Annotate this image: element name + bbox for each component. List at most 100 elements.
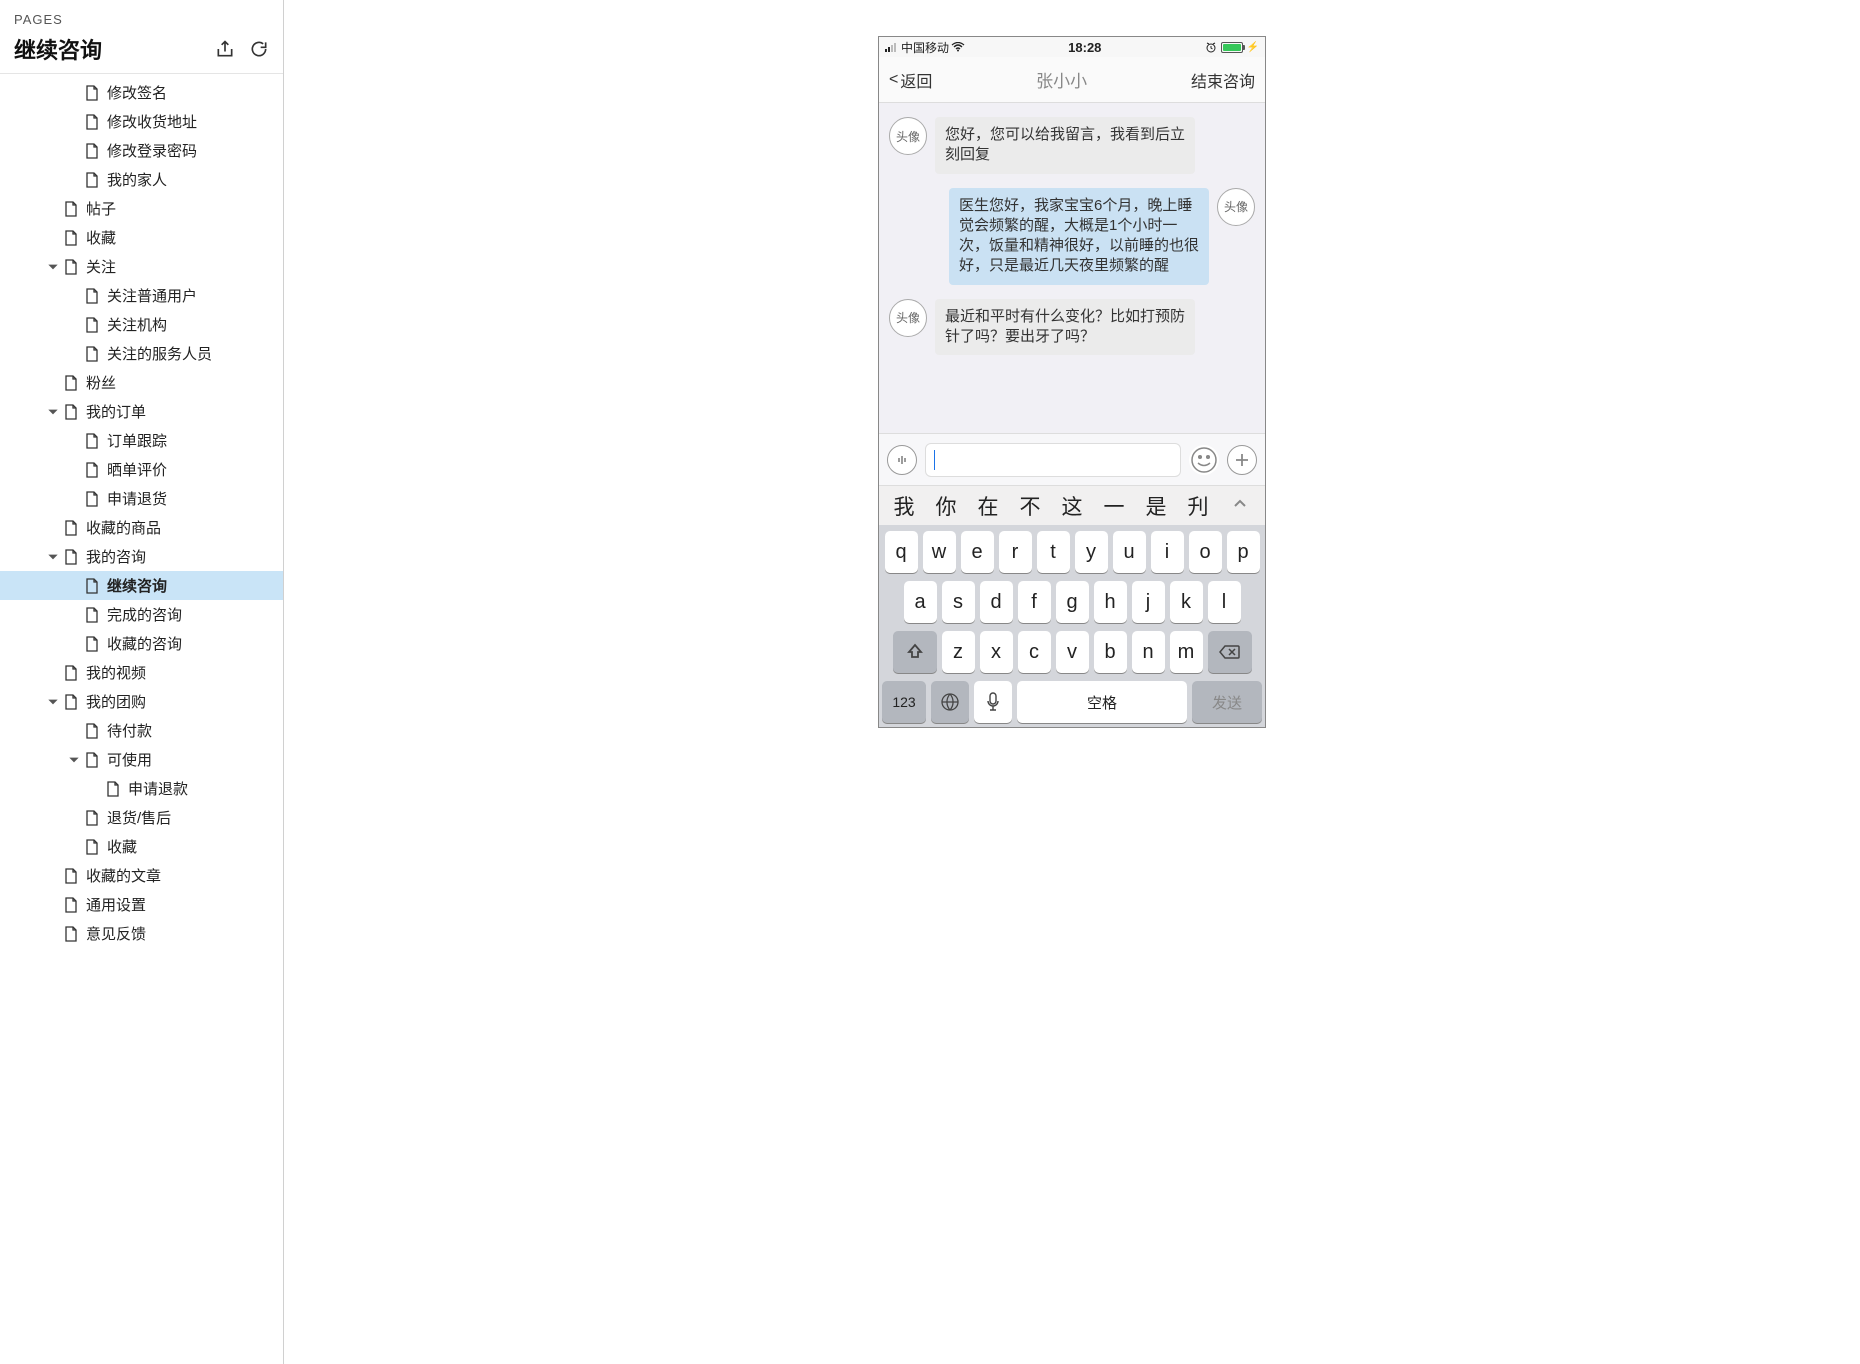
mic-key[interactable] [974,681,1012,723]
key-h[interactable]: h [1094,581,1127,623]
key-d[interactable]: d [980,581,1013,623]
sidebar-item-label: 我的家人 [107,169,167,190]
messages-list[interactable]: 头像您好，您可以给我留言，我看到后立刻回复头像医生您好，我家宝宝6个月，晚上睡觉… [879,103,1265,433]
sidebar-item[interactable]: 收藏的商品 [0,513,283,542]
sidebar-item[interactable]: 帖子 [0,194,283,223]
sidebar-item[interactable]: 关注的服务人员 [0,339,283,368]
key-w[interactable]: w [923,531,956,573]
sidebar-item[interactable]: 我的咨询 [0,542,283,571]
emoji-button[interactable] [1189,445,1219,475]
shift-icon [906,643,924,661]
sidebar-item[interactable]: 申请退货 [0,484,283,513]
sidebar-item[interactable]: 收藏 [0,223,283,252]
sidebar-item-label: 申请退款 [128,778,188,799]
page-tree-scroll[interactable]: 修改签名修改收货地址修改登录密码我的家人帖子收藏关注关注普通用户关注机构关注的服… [0,74,283,1364]
key-g[interactable]: g [1056,581,1089,623]
space-key[interactable]: 空格 [1017,681,1187,723]
key-z[interactable]: z [942,631,975,673]
back-button[interactable]: < 返回 [889,68,932,92]
sidebar-header: PAGES 继续咨询 [0,0,283,74]
sidebar-item[interactable]: 收藏的文章 [0,861,283,890]
sidebar-item[interactable]: 完成的咨询 [0,600,283,629]
back-label: 返回 [900,68,932,92]
ime-expand-button[interactable] [1219,494,1261,518]
sidebar-item-label: 待付款 [107,720,152,741]
sidebar-item[interactable]: 粉丝 [0,368,283,397]
key-q[interactable]: q [885,531,918,573]
sidebar-item[interactable]: 订单跟踪 [0,426,283,455]
sidebar: PAGES 继续咨询 修改签名修改收货地址修改登录密码我的家人帖子收藏关注关注普… [0,0,284,1364]
ime-candidate[interactable]: 我 [883,491,925,521]
key-n[interactable]: n [1132,631,1165,673]
sidebar-item[interactable]: 修改登录密码 [0,136,283,165]
key-l[interactable]: l [1208,581,1241,623]
key-m[interactable]: m [1170,631,1203,673]
message-row: 头像最近和平时有什么变化？比如打预防针了吗？要出牙了吗？ [889,299,1255,356]
sidebar-item[interactable]: 关注机构 [0,310,283,339]
sidebar-item-label: 订单跟踪 [107,430,167,451]
key-c[interactable]: c [1018,631,1051,673]
refresh-icon[interactable] [249,39,269,59]
key-t[interactable]: t [1037,531,1070,573]
ime-candidate[interactable]: 这 [1051,491,1093,521]
sidebar-item-label: 收藏的咨询 [107,633,182,654]
sidebar-item-label: 关注机构 [107,314,167,335]
sidebar-item[interactable]: 可使用 [0,745,283,774]
sidebar-item[interactable]: 我的团购 [0,687,283,716]
key-j[interactable]: j [1132,581,1165,623]
battery-icon [1221,42,1243,53]
end-consult-button[interactable]: 结束咨询 [1191,68,1255,92]
ime-candidate[interactable]: 一 [1093,491,1135,521]
sidebar-item[interactable]: 修改签名 [0,78,283,107]
globe-key[interactable] [931,681,969,723]
voice-button[interactable] [887,445,917,475]
key-x[interactable]: x [980,631,1013,673]
key-u[interactable]: u [1113,531,1146,573]
key-v[interactable]: v [1056,631,1089,673]
sidebar-item[interactable]: 收藏的咨询 [0,629,283,658]
key-y[interactable]: y [1075,531,1108,573]
message-row: 头像医生您好，我家宝宝6个月，晚上睡觉会频繁的醒，大概是1个小时一次，饭量和精神… [889,188,1255,285]
ime-candidate[interactable]: 在 [967,491,1009,521]
key-s[interactable]: s [942,581,975,623]
sidebar-item[interactable]: 我的家人 [0,165,283,194]
sidebar-item[interactable]: 关注普通用户 [0,281,283,310]
ime-candidate[interactable]: 你 [925,491,967,521]
add-button[interactable] [1227,445,1257,475]
share-icon[interactable] [215,39,235,59]
sidebar-item[interactable]: 我的订单 [0,397,283,426]
sidebar-item[interactable]: 我的视频 [0,658,283,687]
key-k[interactable]: k [1170,581,1203,623]
key-b[interactable]: b [1094,631,1127,673]
ime-candidate[interactable]: 是 [1135,491,1177,521]
key-a[interactable]: a [904,581,937,623]
ime-candidate[interactable]: 不 [1009,491,1051,521]
key-o[interactable]: o [1189,531,1222,573]
shift-key[interactable] [893,631,937,673]
key-e[interactable]: e [961,531,994,573]
avatar[interactable]: 头像 [889,299,927,337]
avatar[interactable]: 头像 [1217,188,1255,226]
sidebar-item[interactable]: 意见反馈 [0,919,283,948]
sidebar-item[interactable]: 退货/售后 [0,803,283,832]
sidebar-item[interactable]: 晒单评价 [0,455,283,484]
key-p[interactable]: p [1227,531,1260,573]
sidebar-item[interactable]: 待付款 [0,716,283,745]
avatar[interactable]: 头像 [889,117,927,155]
numbers-key[interactable]: 123 [882,681,926,723]
key-i[interactable]: i [1151,531,1184,573]
backspace-icon [1219,644,1241,660]
sidebar-item-label: 帖子 [86,198,116,219]
backspace-key[interactable] [1208,631,1252,673]
key-f[interactable]: f [1018,581,1051,623]
sidebar-item[interactable]: 收藏 [0,832,283,861]
key-r[interactable]: r [999,531,1032,573]
ime-candidate[interactable]: 刋 [1177,491,1219,521]
sidebar-item[interactable]: 继续咨询 [0,571,283,600]
sidebar-item[interactable]: 申请退款 [0,774,283,803]
send-key[interactable]: 发送 [1192,681,1262,723]
sidebar-item[interactable]: 通用设置 [0,890,283,919]
message-input[interactable] [925,443,1181,477]
sidebar-item[interactable]: 修改收货地址 [0,107,283,136]
sidebar-item[interactable]: 关注 [0,252,283,281]
